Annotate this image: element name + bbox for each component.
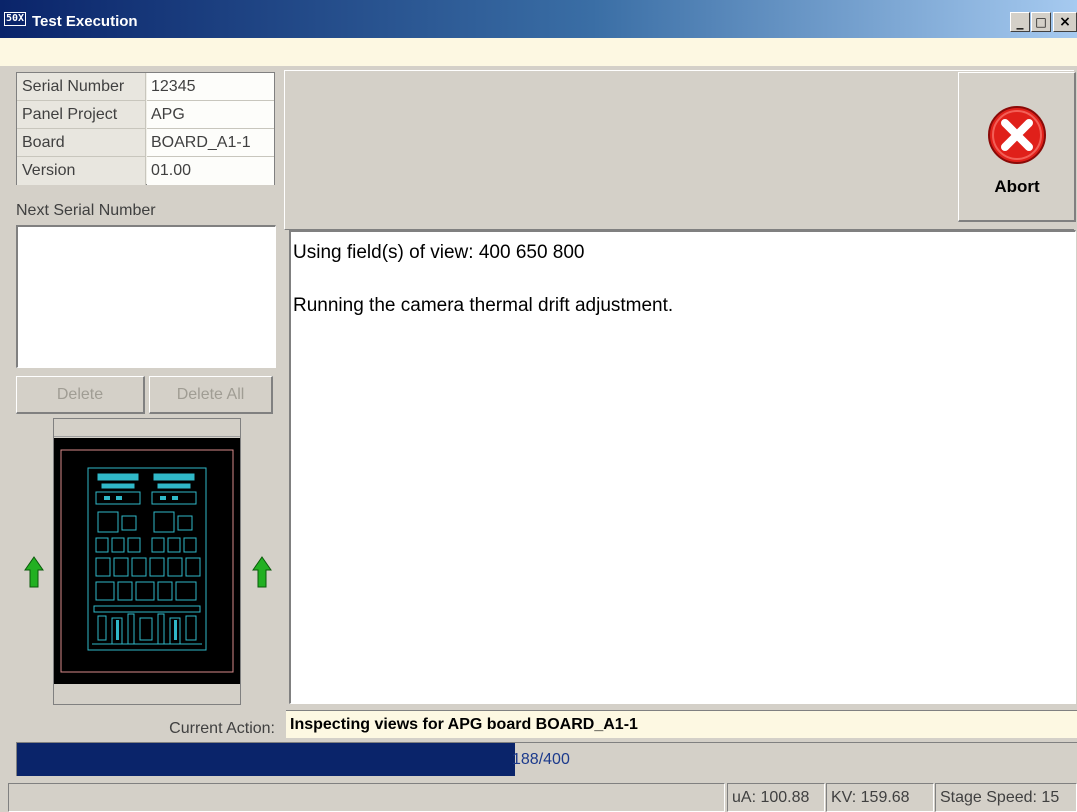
top-right-panel — [284, 70, 1074, 230]
next-serial-number-list[interactable] — [16, 225, 276, 368]
abort-label: Abort — [994, 177, 1040, 196]
status-kv: KV: 159.68 — [826, 783, 934, 812]
current-action-label: Current Action: — [169, 720, 275, 737]
window-title: Test Execution — [32, 13, 138, 30]
info-label: Version — [17, 157, 146, 185]
board-info-grid: Serial Number 12345 Panel Project APG Bo… — [16, 72, 275, 185]
info-value: 12345 — [147, 73, 274, 101]
info-label: Board — [17, 129, 146, 157]
info-row-version: Version 01.00 — [17, 157, 274, 185]
minimize-button[interactable]: _ — [1010, 12, 1030, 32]
status-ua: uA: 100.88 — [727, 783, 825, 812]
status-stage-speed: Stage Speed: 15 — [935, 783, 1077, 812]
log-line: Running the camera thermal drift adjustm… — [293, 295, 674, 316]
progress-text: 188/400 — [512, 751, 570, 768]
info-label: Serial Number — [17, 73, 146, 101]
info-label: Panel Project — [17, 101, 146, 129]
execution-log: Using field(s) of view: 400 650 800 Runn… — [289, 230, 1076, 704]
info-row-board: Board BOARD_A1-1 — [17, 129, 274, 157]
close-button[interactable]: × — [1053, 12, 1077, 32]
log-line: Using field(s) of view: 400 650 800 — [293, 242, 585, 263]
next-serial-number-label: Next Serial Number — [16, 202, 156, 219]
title-bar — [0, 0, 1077, 38]
error-x-icon — [988, 106, 1046, 164]
scroll-up-arrow-icon[interactable] — [24, 556, 44, 588]
maximize-button[interactable]: □ — [1031, 12, 1051, 32]
app-icon: 50X — [4, 12, 27, 26]
delete-button[interactable]: Delete — [16, 376, 145, 414]
current-action-value: Inspecting views for APG board BOARD_A1-… — [286, 710, 1077, 738]
delete-all-button[interactable]: Delete All — [149, 376, 273, 414]
info-row-panel-project: Panel Project APG — [17, 101, 274, 129]
progress-bar-fill — [17, 743, 515, 776]
board-preview-header — [54, 419, 240, 437]
info-value: 01.00 — [147, 157, 274, 185]
status-message — [8, 783, 725, 812]
info-value: BOARD_A1-1 — [147, 129, 274, 157]
info-row-serial-number: Serial Number 12345 — [17, 73, 274, 101]
info-value: APG — [147, 101, 274, 129]
board-layout-image — [60, 449, 234, 673]
toolbar-strip — [0, 38, 1077, 66]
scroll-up-arrow-icon[interactable] — [252, 556, 272, 588]
